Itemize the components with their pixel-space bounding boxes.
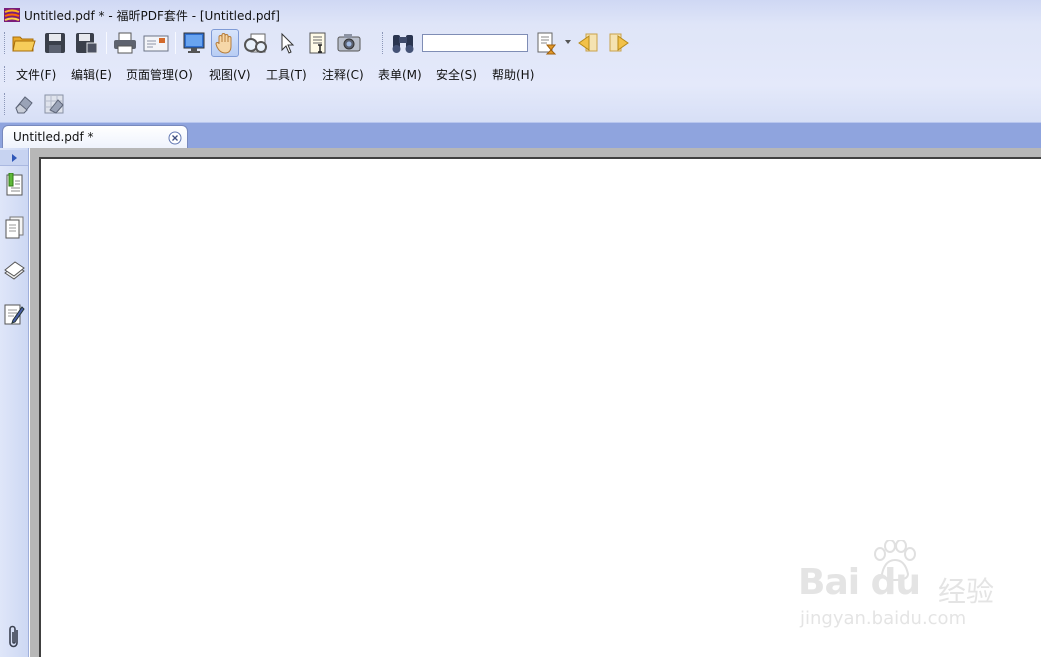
menu-grip[interactable] (4, 66, 6, 82)
navigation-panel (0, 148, 29, 657)
email-icon (143, 35, 169, 52)
watermark-brand: Bai du (798, 562, 921, 603)
annotations-icon (4, 304, 25, 325)
open-folder-icon (12, 36, 36, 52)
close-icon[interactable] (168, 131, 182, 145)
fullscreen-button[interactable] (180, 29, 208, 57)
window-chrome: Untitled.pdf * - 福昕PDF套件 - [Untitled.pdf… (0, 0, 1041, 122)
canvas-edge (39, 157, 1041, 159)
find-binoculars-icon (392, 35, 414, 53)
baidu-watermark: Bai du 经验 jingyan.baidu.com (798, 540, 998, 640)
fullscreen-monitor-icon (183, 32, 205, 53)
menu-page-management[interactable]: 页面管理(O) (124, 66, 195, 83)
search-options-icon (537, 32, 557, 55)
document-tab-strip: Untitled.pdf * (0, 122, 1041, 149)
menu-comments[interactable]: 注释(C) (320, 66, 366, 83)
foxit-app-icon (4, 8, 20, 22)
select-arrow-icon (281, 32, 295, 54)
print-button[interactable] (111, 29, 139, 57)
search-input[interactable] (422, 34, 528, 52)
select-text-icon (309, 32, 326, 54)
eraser-icon (15, 96, 33, 114)
menu-help[interactable]: 帮助(H) (490, 66, 536, 83)
pattern-eraser-icon (44, 94, 64, 114)
previous-result-icon (578, 33, 598, 52)
open-button[interactable] (10, 29, 38, 57)
pattern-eraser-button[interactable] (40, 90, 68, 118)
previous-result-button[interactable] (574, 29, 602, 57)
attachments-paperclip-icon (9, 625, 18, 648)
save-as-icon (76, 33, 98, 54)
snapshot-camera-icon (337, 34, 361, 52)
next-result-icon (609, 33, 629, 52)
hand-tool-button[interactable] (211, 29, 239, 57)
loupe-button[interactable] (242, 29, 270, 57)
select-text-button[interactable] (304, 29, 332, 57)
menu-tools[interactable]: 工具(T) (264, 66, 309, 83)
email-button[interactable] (142, 29, 170, 57)
main-toolbar (0, 28, 1041, 58)
toolbar-separator (106, 32, 107, 54)
menu-forms[interactable]: 表单(M) (376, 66, 424, 83)
menu-bar: 文件(F) 编辑(E) 页面管理(O) 视图(V) 工具(T) 注释(C) 表单… (0, 62, 1041, 86)
tab-label: Untitled.pdf * (13, 130, 94, 144)
layers-icon (4, 261, 25, 280)
next-result-button[interactable] (605, 29, 633, 57)
title-bar: Untitled.pdf * - 福昕PDF套件 - [Untitled.pdf… (0, 0, 1041, 30)
search-options-button[interactable] (533, 29, 561, 57)
hand-tool-icon (215, 33, 232, 54)
bookmarks-button[interactable] (2, 172, 26, 198)
menu-edit[interactable]: 编辑(E) (69, 66, 114, 83)
pages-button[interactable] (2, 215, 26, 241)
layers-button[interactable] (2, 258, 26, 284)
toolbar-grip[interactable] (4, 93, 6, 115)
menu-view[interactable]: 视图(V) (207, 66, 253, 83)
menu-file[interactable]: 文件(F) (14, 66, 58, 83)
secondary-toolbar (0, 88, 1041, 120)
snapshot-button[interactable] (335, 29, 363, 57)
toolbar-grip[interactable] (4, 32, 6, 54)
save-icon (45, 33, 65, 53)
eraser-button[interactable] (10, 90, 38, 118)
select-button[interactable] (273, 29, 301, 57)
search-options-dropdown-arrow[interactable] (565, 40, 571, 44)
canvas-edge (39, 157, 41, 657)
bookmarks-icon (6, 173, 23, 196)
save-as-button[interactable] (72, 29, 100, 57)
panel-expand-button[interactable] (0, 150, 28, 166)
save-button[interactable] (41, 29, 69, 57)
watermark-url: jingyan.baidu.com (800, 608, 967, 629)
chevron-right-icon (12, 153, 17, 162)
pages-icon (5, 216, 24, 239)
print-icon (114, 32, 136, 54)
toolbar-separator (175, 32, 176, 54)
loupe-icon (244, 33, 267, 53)
window-title: Untitled.pdf * - 福昕PDF套件 - [Untitled.pdf… (24, 9, 280, 23)
find-button[interactable] (389, 29, 417, 57)
annotations-button[interactable] (2, 301, 26, 327)
menu-security[interactable]: 安全(S) (434, 66, 479, 83)
tab-untitled-pdf[interactable]: Untitled.pdf * (2, 125, 188, 149)
toolbar-grip[interactable] (382, 32, 384, 54)
attachments-button[interactable] (2, 624, 26, 650)
watermark-sub: 经验 (938, 575, 995, 608)
